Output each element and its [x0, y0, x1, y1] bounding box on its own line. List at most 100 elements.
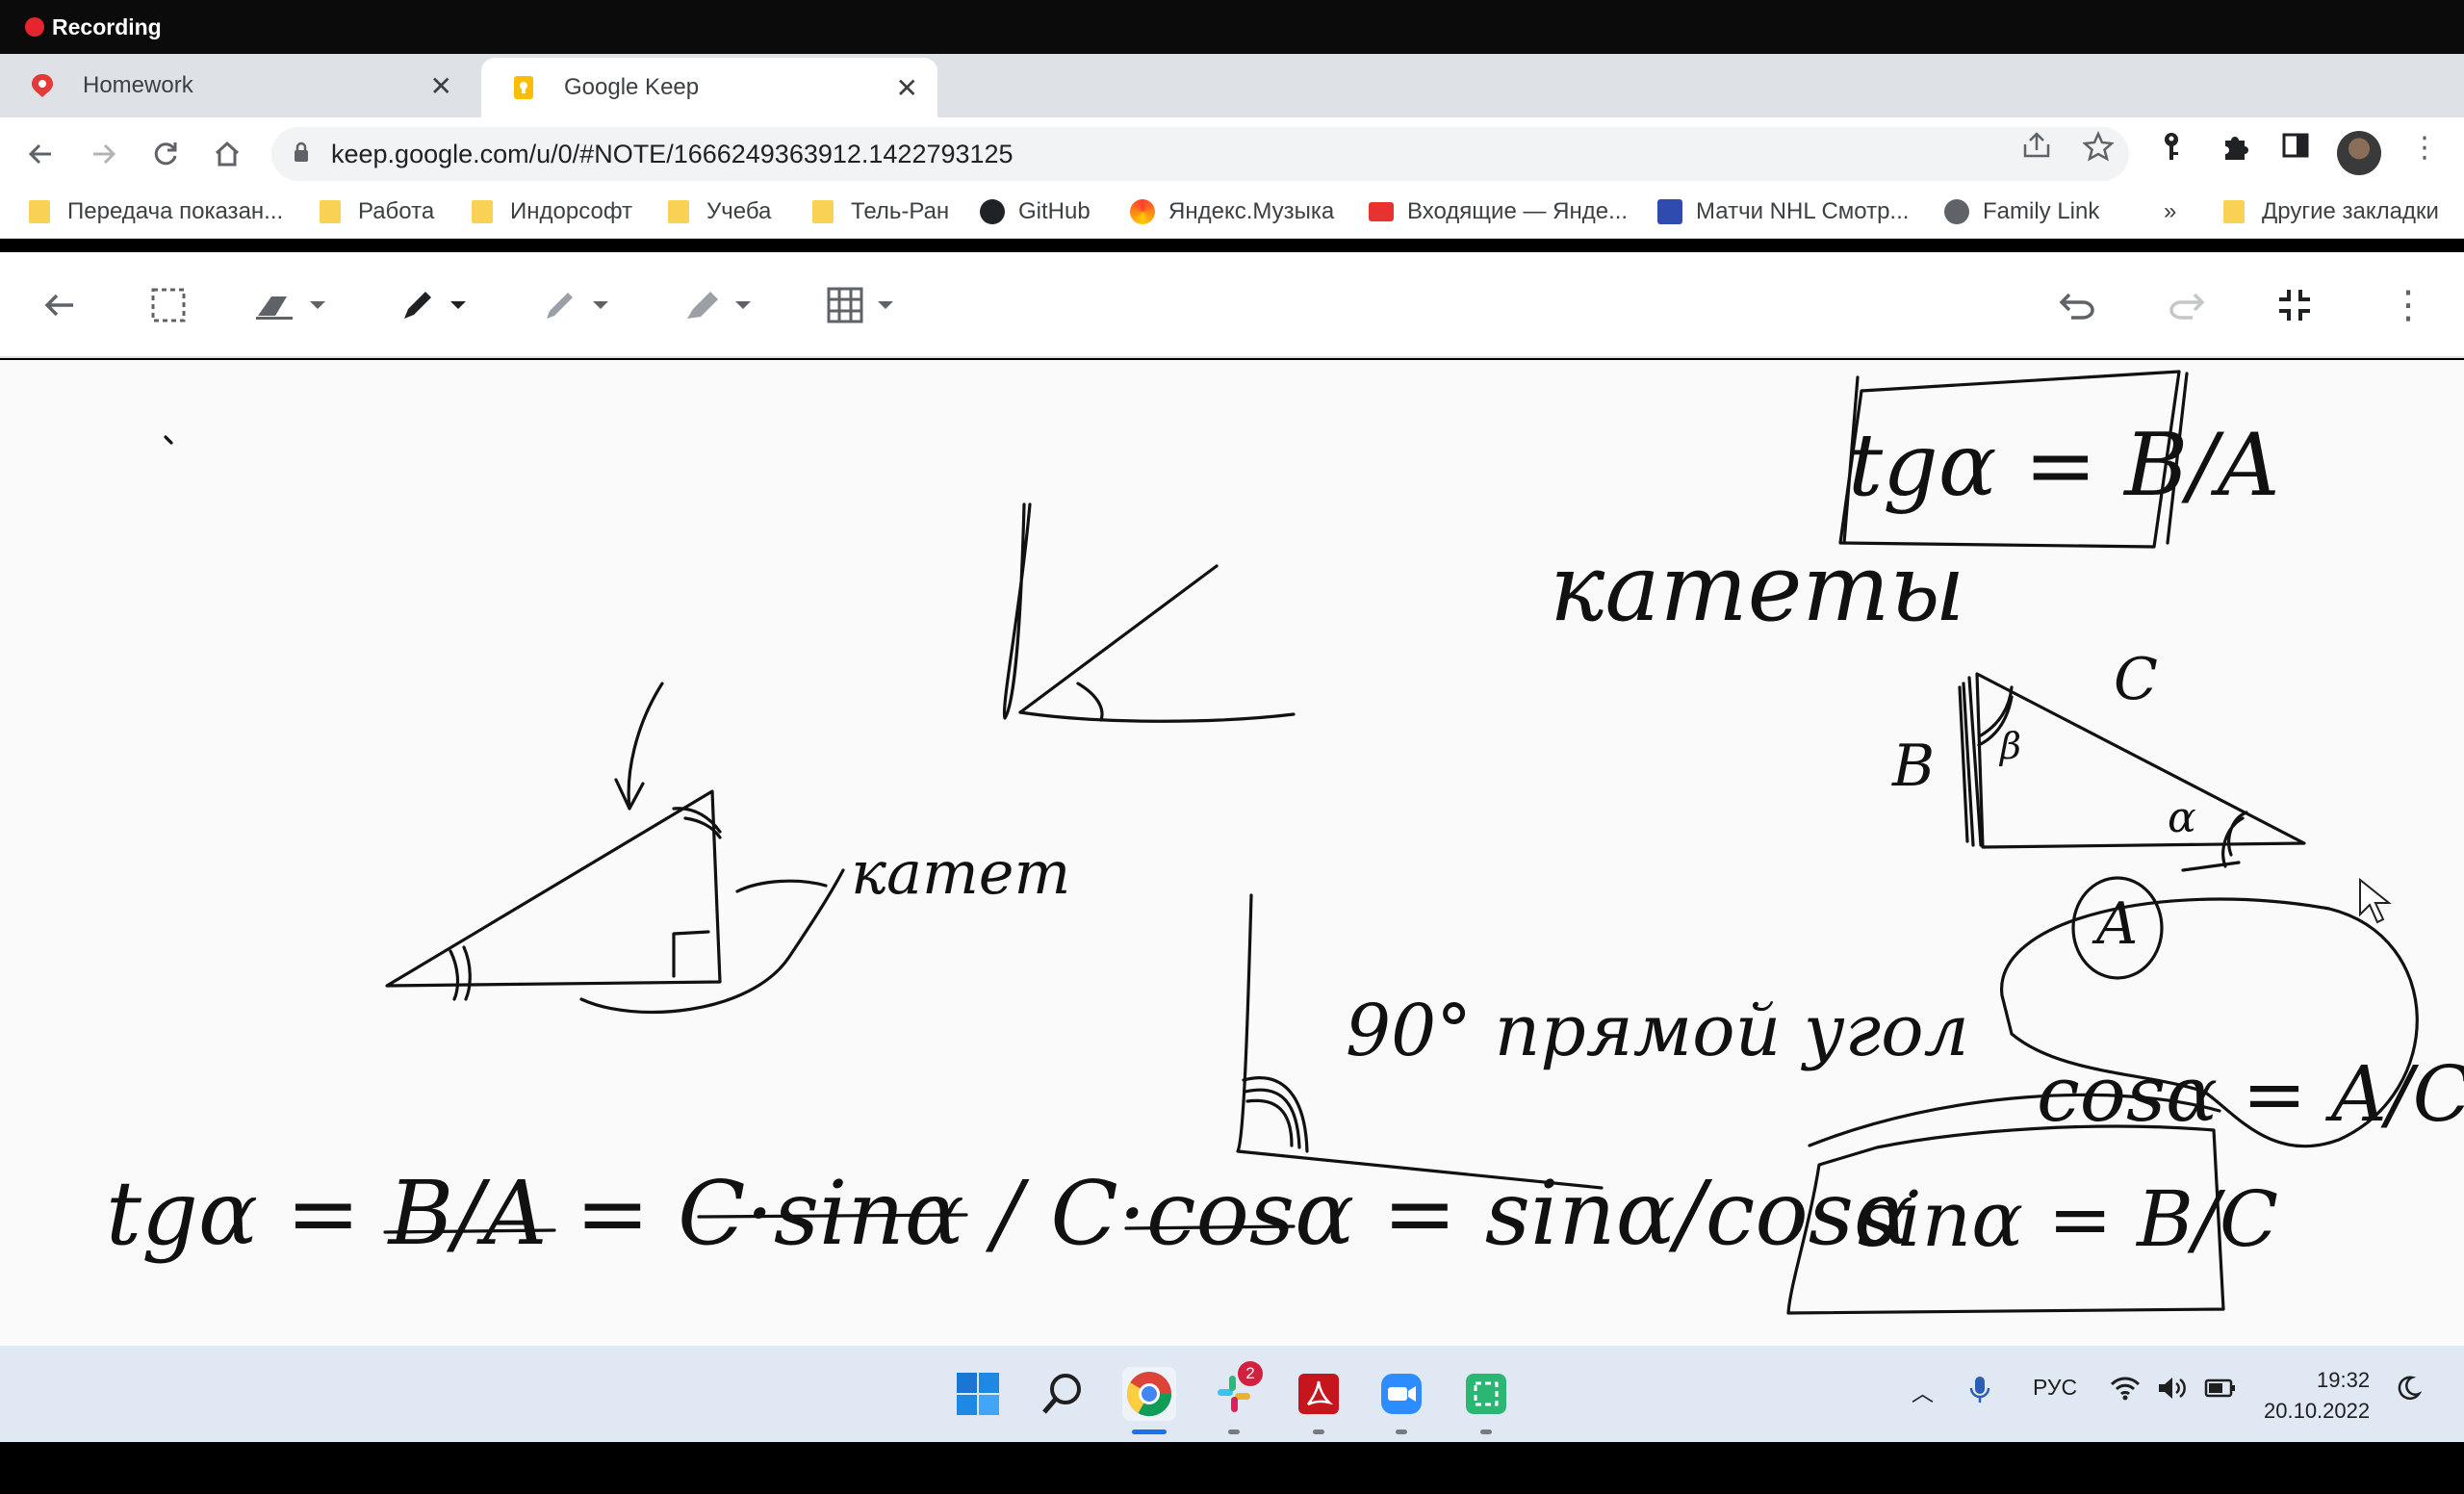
grid-icon	[827, 287, 863, 323]
chrome-icon[interactable]	[1122, 1367, 1176, 1421]
running-indicator	[1396, 1430, 1407, 1434]
katety-label: катеты	[1550, 534, 1965, 642]
marker-tool[interactable]	[541, 283, 608, 327]
wifi-icon[interactable]	[2110, 1375, 2141, 1407]
bookmarks-bar: Передача показан... Работа Индорсофт Уче…	[0, 191, 2464, 239]
running-indicator	[1228, 1430, 1240, 1434]
start-icon[interactable]	[951, 1367, 1005, 1421]
slack-icon[interactable]: 2	[1207, 1361, 1263, 1421]
bookmark-item[interactable]: Яндекс.Музыка	[1130, 198, 1334, 225]
battery-icon[interactable]	[2204, 1375, 2237, 1407]
pen-tool[interactable]	[398, 283, 466, 327]
chrome-active-indicator	[1132, 1430, 1167, 1434]
triangle-side-b-label: B	[1891, 733, 1935, 800]
folder-icon	[472, 200, 493, 223]
tab-homework[interactable]: Homework ✕	[0, 54, 472, 117]
arrow-stroke	[614, 682, 664, 811]
angle-drawing	[1002, 502, 1296, 723]
folder-icon	[320, 200, 341, 223]
system-clock[interactable]: 19:32 20.10.2022	[2264, 1365, 2370, 1427]
acrobat-icon[interactable]	[1292, 1367, 1346, 1421]
triangle-side-c-label: C	[2114, 646, 2158, 713]
keep-icon	[510, 74, 537, 101]
volume-icon[interactable]	[2156, 1375, 2187, 1407]
focus-moon-icon[interactable]	[2395, 1375, 2423, 1407]
highlighter-icon	[687, 292, 718, 319]
nhl-icon	[1657, 199, 1682, 224]
recording-bar: Recording	[0, 0, 2464, 54]
bookmark-item[interactable]: Матчи NHL Смотр...	[1657, 198, 1909, 225]
back-arrow-icon[interactable]	[42, 283, 77, 327]
right-angle-label: 90° прямой угол	[1346, 990, 1969, 1072]
angle-beta-label: β	[1998, 725, 2021, 767]
bookmark-item[interactable]: Передача показан...	[29, 198, 283, 225]
bookmark-item[interactable]: GitHub	[980, 198, 1091, 225]
recording-dot-icon	[25, 17, 44, 37]
running-indicator	[1480, 1430, 1492, 1434]
grid-tool[interactable]	[826, 283, 893, 327]
eraser-tool[interactable]	[254, 283, 325, 327]
key-icon[interactable]	[2160, 131, 2183, 169]
search-icon[interactable]	[1036, 1367, 1090, 1421]
bookmark-star-icon[interactable]	[2081, 130, 2116, 169]
reload-icon[interactable]	[146, 135, 185, 173]
exit-fullscreen-icon[interactable]	[2277, 283, 2312, 327]
clock-date: 20.10.2022	[2264, 1399, 2371, 1423]
url-text: keep.google.com/u/0/#NOTE/1666249363912.…	[331, 139, 1014, 168]
clock-time: 19:32	[2317, 1368, 2371, 1392]
more-options-icon[interactable]: ⋮	[2389, 283, 2427, 327]
bookmark-item[interactable]: Family Link	[1944, 198, 2099, 225]
extensions-icon[interactable]	[2220, 131, 2250, 169]
mouse-cursor-icon	[2359, 877, 2392, 924]
snipping-tool-icon[interactable]	[1459, 1367, 1513, 1421]
bookmark-item[interactable]: Работа	[320, 198, 434, 225]
side-panel-icon[interactable]	[2281, 131, 2310, 167]
select-tool-icon[interactable]	[150, 283, 187, 327]
drawing-canvas[interactable]: катет 90° прямой угол катеты tgα = B/A B…	[0, 360, 2464, 1346]
katet-label: катет	[851, 837, 1070, 908]
bookmarks-overflow-button[interactable]: »	[2164, 198, 2176, 225]
back-icon[interactable]	[21, 135, 60, 173]
language-indicator[interactable]: РУС	[2033, 1375, 2077, 1401]
menu-dots-icon[interactable]: ⋮	[2410, 131, 2439, 165]
triangle-left	[385, 789, 845, 1015]
sin-formula-text: sinα = B/C	[1858, 1174, 2278, 1264]
home-icon[interactable]	[208, 135, 246, 173]
undo-icon[interactable]	[2056, 283, 2098, 327]
microphone-icon[interactable]	[1969, 1375, 1990, 1411]
tg-formula-text: tgα = B/A	[1848, 415, 2280, 516]
share-icon[interactable]	[2021, 131, 2052, 167]
forward-icon[interactable]	[85, 135, 123, 173]
zoom-icon[interactable]	[1374, 1367, 1428, 1421]
bookmark-other-folder[interactable]: Другие закладки	[2223, 198, 2439, 225]
slack-badge: 2	[1238, 1361, 1263, 1386]
redo-icon[interactable]	[2166, 283, 2208, 327]
bookmark-item[interactable]: Тель-Ран	[812, 198, 949, 225]
eraser-icon	[256, 296, 293, 320]
folder-icon	[668, 200, 689, 223]
lock-icon[interactable]	[293, 142, 310, 167]
windows-taskbar: 2 ︿ РУС 19:32 20.10.2022	[0, 1346, 2464, 1442]
close-tab-icon[interactable]: ✕	[430, 70, 452, 102]
mail-icon	[1369, 202, 1394, 221]
tab-title: Google Keep	[564, 74, 700, 100]
bookmark-item[interactable]: Учеба	[668, 198, 771, 225]
profile-avatar[interactable]	[2337, 131, 2381, 175]
bookmark-item[interactable]: Входящие — Янде...	[1369, 198, 1628, 225]
angle-alpha-label: α	[2168, 793, 2196, 842]
close-tab-icon[interactable]: ✕	[896, 72, 918, 104]
tray-overflow-icon[interactable]: ︿	[1912, 1375, 1934, 1407]
triangle-side-a-label: A	[2092, 890, 2138, 958]
address-bar[interactable]: keep.google.com/u/0/#NOTE/1666249363912.…	[271, 127, 2129, 181]
bookmark-item[interactable]: Индорсофт	[472, 198, 632, 225]
folder-icon	[2223, 200, 2245, 223]
tab-google-keep[interactable]: Google Keep ✕	[481, 58, 937, 117]
family-link-icon	[1944, 199, 1969, 224]
ink-stroke	[164, 435, 173, 445]
highlighter-tool[interactable]	[683, 283, 751, 327]
pen-icon	[404, 292, 431, 319]
folder-icon	[29, 200, 50, 223]
homework-icon	[29, 72, 56, 99]
drawing-toolbar: ⋮	[0, 252, 2464, 358]
folder-icon	[812, 200, 834, 223]
